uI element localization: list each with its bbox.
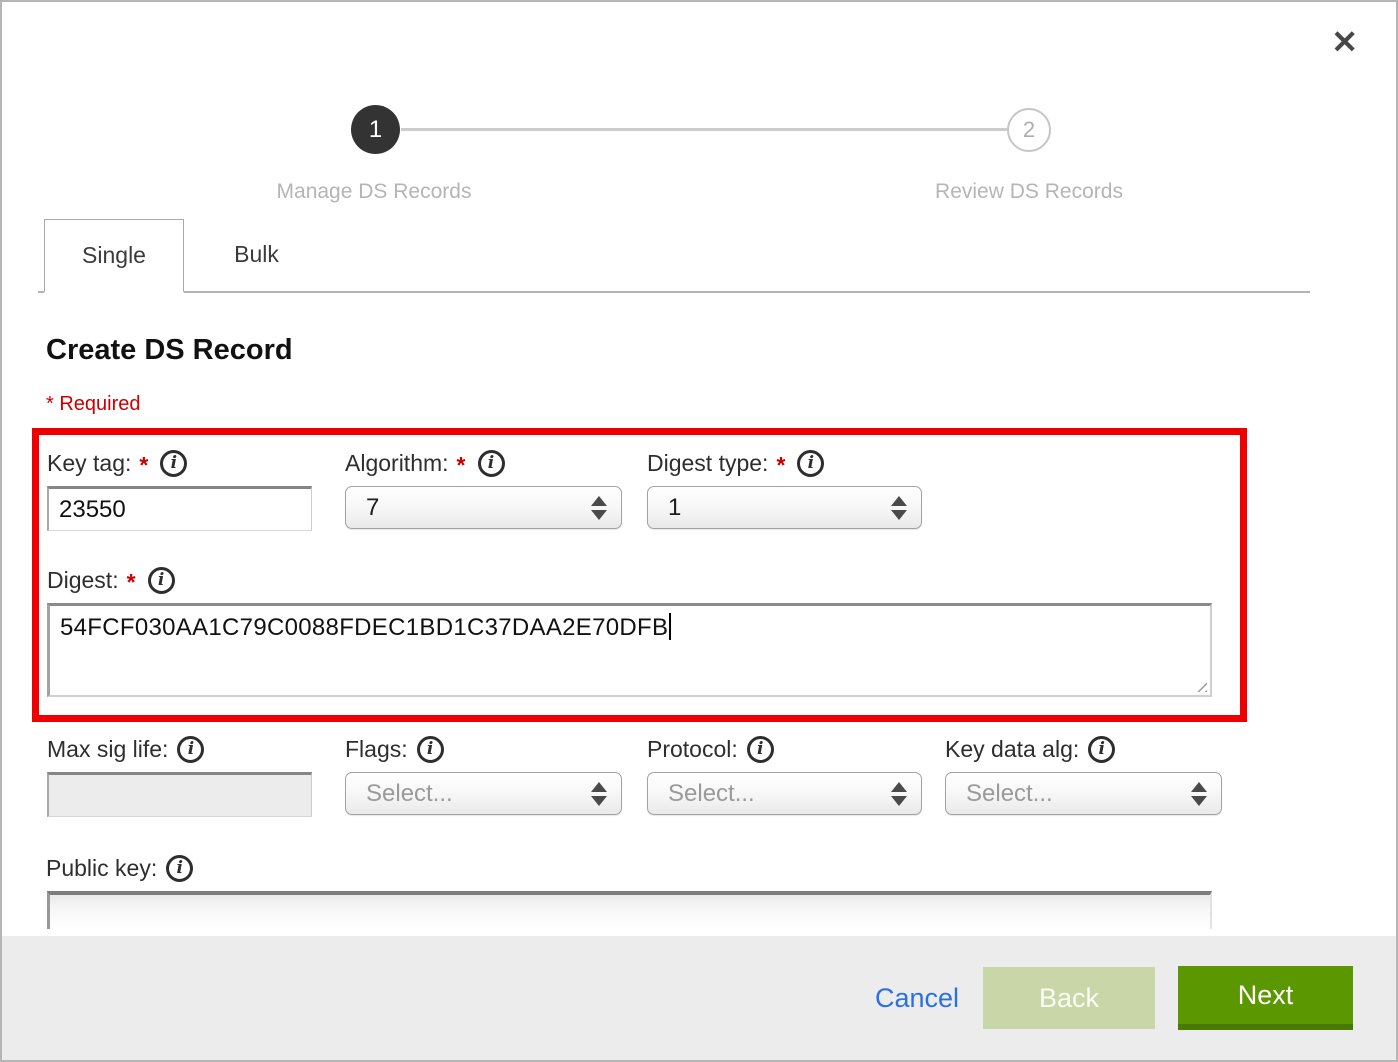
info-icon[interactable]: i bbox=[177, 736, 204, 763]
protocol-field-group: Protocol: i Select... bbox=[647, 734, 922, 817]
tab-bar: Single Bulk bbox=[38, 217, 1310, 293]
flags-select[interactable]: Select... bbox=[345, 772, 622, 815]
tab-single[interactable]: Single bbox=[44, 219, 184, 293]
info-icon[interactable]: i bbox=[148, 567, 175, 594]
key-data-alg-label: Key data alg: bbox=[945, 736, 1079, 763]
textarea-resize-handle[interactable] bbox=[1192, 677, 1207, 692]
info-icon[interactable]: i bbox=[417, 736, 444, 763]
digest-type-select[interactable]: 1 bbox=[647, 486, 922, 529]
select-stepper-icon bbox=[891, 782, 907, 806]
key-data-alg-select[interactable]: Select... bbox=[945, 772, 1222, 815]
required-asterisk: * bbox=[776, 452, 785, 479]
step-connector-line bbox=[401, 128, 1007, 131]
key-data-alg-field-group: Key data alg: i Select... bbox=[945, 734, 1222, 817]
required-asterisk: * bbox=[139, 452, 148, 479]
digest-value: 54FCF030AA1C79C0088FDEC1BD1C37DAA2E70DFB bbox=[60, 614, 668, 641]
algorithm-field-group: Algorithm: * i 7 bbox=[345, 448, 622, 531]
info-icon[interactable]: i bbox=[747, 736, 774, 763]
digest-type-field-group: Digest type: * i 1 bbox=[647, 448, 922, 531]
select-stepper-icon bbox=[591, 496, 607, 520]
required-fields-highlight-box: Key tag: * i Algorithm: * i 7 bbox=[32, 428, 1247, 722]
info-icon[interactable]: i bbox=[160, 450, 187, 477]
key-data-alg-select-value: Select... bbox=[966, 780, 1191, 808]
max-sig-life-label: Max sig life: bbox=[47, 736, 168, 763]
key-tag-label: Key tag: bbox=[47, 450, 131, 477]
create-ds-record-modal: ✕ 1 2 Manage DS Records Review DS Record… bbox=[0, 0, 1398, 1062]
select-stepper-icon bbox=[591, 782, 607, 806]
step-1-label: Manage DS Records bbox=[277, 180, 472, 204]
back-button[interactable]: Back bbox=[983, 967, 1155, 1029]
digest-type-label: Digest type: bbox=[647, 450, 768, 477]
digest-type-select-value: 1 bbox=[668, 494, 891, 522]
info-icon[interactable]: i bbox=[797, 450, 824, 477]
algorithm-select[interactable]: 7 bbox=[345, 486, 622, 529]
cancel-button[interactable]: Cancel bbox=[875, 983, 959, 1014]
digest-label: Digest: bbox=[47, 567, 119, 594]
next-button[interactable]: Next bbox=[1178, 966, 1353, 1030]
key-tag-input[interactable] bbox=[47, 486, 312, 531]
flags-select-value: Select... bbox=[366, 780, 591, 808]
text-cursor bbox=[669, 613, 671, 640]
algorithm-select-value: 7 bbox=[366, 494, 591, 522]
step-2-circle: 2 bbox=[1007, 108, 1051, 152]
required-note: * Required bbox=[46, 393, 1396, 416]
info-icon[interactable]: i bbox=[478, 450, 505, 477]
max-sig-life-field-group: Max sig life: i bbox=[47, 734, 312, 817]
step-2-label: Review DS Records bbox=[935, 180, 1123, 204]
step-1-circle: 1 bbox=[351, 105, 400, 154]
select-stepper-icon bbox=[1191, 782, 1207, 806]
modal-footer: Cancel Back Next bbox=[2, 936, 1396, 1060]
page-title: Create DS Record bbox=[46, 334, 1396, 367]
digest-textarea[interactable]: 54FCF030AA1C79C0088FDEC1BD1C37DAA2E70DFB bbox=[47, 603, 1212, 697]
select-stepper-icon bbox=[891, 496, 907, 520]
flags-field-group: Flags: i Select... bbox=[345, 734, 622, 817]
required-asterisk: * bbox=[457, 452, 466, 479]
required-asterisk: * bbox=[127, 569, 136, 596]
flags-label: Flags: bbox=[345, 736, 408, 763]
key-tag-field-group: Key tag: * i bbox=[47, 448, 312, 531]
max-sig-life-input[interactable] bbox=[47, 772, 312, 817]
info-icon[interactable]: i bbox=[166, 855, 193, 882]
algorithm-label: Algorithm: bbox=[345, 450, 449, 477]
protocol-select[interactable]: Select... bbox=[647, 772, 922, 815]
wizard-stepper: 1 2 Manage DS Records Review DS Records bbox=[2, 2, 1396, 217]
public-key-textarea[interactable] bbox=[47, 891, 1212, 929]
public-key-label: Public key: bbox=[46, 855, 157, 882]
protocol-select-value: Select... bbox=[668, 780, 891, 808]
info-icon[interactable]: i bbox=[1088, 736, 1115, 763]
tab-bulk[interactable]: Bulk bbox=[184, 217, 329, 291]
protocol-label: Protocol: bbox=[647, 736, 738, 763]
